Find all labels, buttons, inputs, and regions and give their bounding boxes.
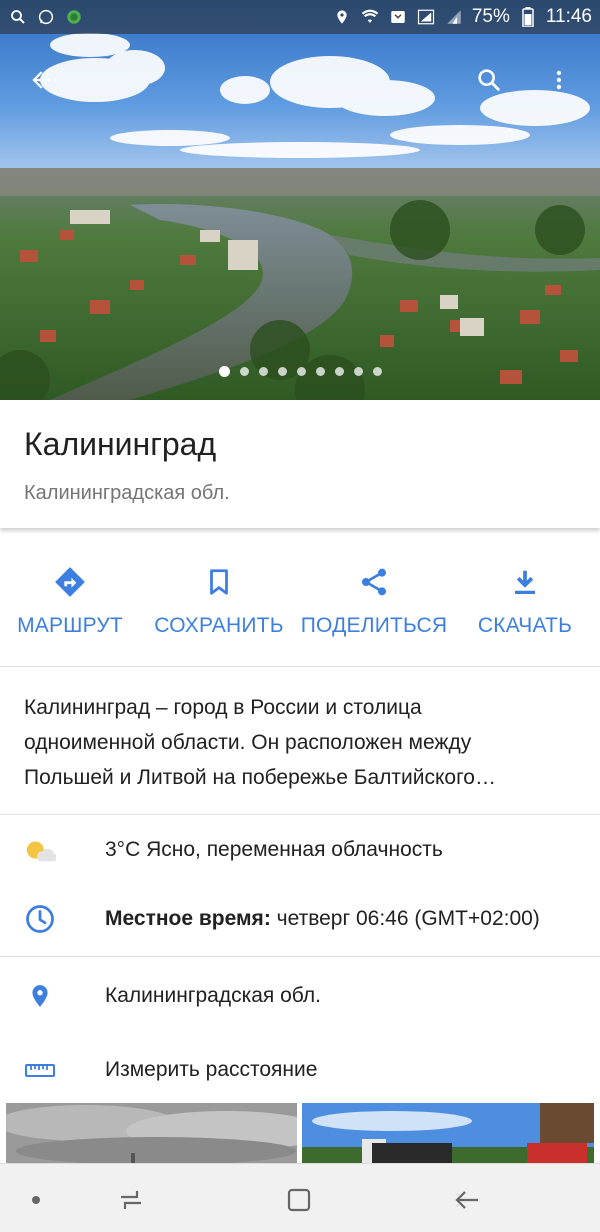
partly-cloudy-icon (24, 834, 56, 866)
back-icon[interactable] (449, 1182, 485, 1218)
signal-icon (416, 7, 436, 27)
pager-dot[interactable] (218, 366, 230, 377)
weather-row[interactable]: 3°C Ясно, переменная облачность (0, 820, 600, 880)
battery-icon (518, 7, 538, 27)
clock: 11:46 (545, 6, 592, 27)
pager-dot[interactable] (239, 367, 249, 376)
app-icon (64, 7, 84, 27)
pager-dot[interactable] (258, 367, 268, 376)
share-icon (356, 564, 392, 600)
pager-dot[interactable] (315, 367, 325, 376)
directions-button[interactable]: МАРШРУТ (0, 540, 140, 666)
photo-thumbnail[interactable] (302, 1103, 594, 1165)
status-bar: 75% 11:46 (0, 0, 600, 34)
signal-icon (444, 7, 464, 27)
wifi-icon (360, 7, 380, 27)
nfc-icon (388, 7, 408, 27)
place-header-card: Калининград Калининградская обл. (0, 400, 600, 528)
pager-dot[interactable] (372, 367, 382, 376)
description-line: Калининград – город в России и столица (24, 696, 422, 719)
local-time-value: четверг 06:46 (GMT+02:00) (270, 907, 540, 930)
download-button[interactable]: СКАЧАТЬ (450, 540, 600, 666)
bookmark-icon (201, 564, 237, 600)
action-bar: МАРШРУТ СОХРАНИТЬ ПОДЕЛИТЬСЯ СКАЧАТЬ (0, 540, 600, 666)
directions-icon (52, 564, 88, 600)
battery-percent: 75% (471, 6, 510, 27)
place-description[interactable]: Калининград – город в России и столица о… (24, 690, 580, 795)
whatsapp-icon (36, 7, 56, 27)
divider (0, 666, 600, 667)
hero-toolbar (0, 50, 600, 110)
region-row[interactable]: Калининградская обл. (0, 966, 600, 1026)
location-pin-icon (24, 980, 56, 1012)
more-vert-icon[interactable] (535, 56, 583, 104)
hero-photo[interactable] (0, 0, 600, 400)
place-title: Калининград (24, 426, 217, 462)
place-subtitle: Калининградская обл. (24, 482, 230, 504)
recents-icon[interactable] (113, 1182, 149, 1218)
photo-thumbnail[interactable] (6, 1103, 297, 1165)
description-line: одноименной области. Он расположен между (24, 731, 472, 754)
photo-pager-dots[interactable] (0, 366, 600, 377)
save-label: СОХРАНИТЬ (154, 614, 284, 637)
divider (0, 956, 600, 957)
directions-label: МАРШРУТ (17, 614, 123, 637)
pager-dot[interactable] (334, 367, 344, 376)
measure-distance-row[interactable]: Измерить расстояние (0, 1040, 600, 1100)
weather-text: 3°C Ясно, переменная облачность (105, 838, 443, 861)
download-icon (507, 564, 543, 600)
region-text: Калининградская обл. (105, 984, 321, 1007)
photo-strip (0, 1103, 600, 1165)
measure-text: Измерить расстояние (105, 1058, 318, 1081)
local-time-text: Местное время: четверг 06:46 (GMT+02:00) (105, 907, 540, 931)
pager-dot[interactable] (353, 367, 363, 376)
overview-icon[interactable] (281, 1182, 317, 1218)
share-label: ПОДЕЛИТЬСЯ (300, 614, 448, 637)
clock-icon (24, 903, 56, 935)
pager-dot[interactable] (296, 367, 306, 376)
pager-dot[interactable] (277, 367, 287, 376)
local-time-row: Местное время: четверг 06:46 (GMT+02:00) (0, 889, 600, 949)
description-line: Польшей и Литвой на побережье Балтийског… (24, 766, 496, 789)
download-label: СКАЧАТЬ (477, 614, 573, 637)
save-button[interactable]: СОХРАНИТЬ (140, 540, 298, 666)
divider (0, 814, 600, 815)
local-time-label: Местное время: (105, 907, 271, 930)
search-icon (8, 7, 28, 27)
home-dot-icon[interactable] (18, 1182, 54, 1218)
share-button[interactable]: ПОДЕЛИТЬСЯ (298, 540, 450, 666)
search-icon[interactable] (465, 56, 513, 104)
system-nav-bar (0, 1163, 600, 1232)
back-arrow-icon[interactable] (17, 56, 65, 104)
location-icon (332, 7, 352, 27)
ruler-icon (24, 1054, 56, 1086)
